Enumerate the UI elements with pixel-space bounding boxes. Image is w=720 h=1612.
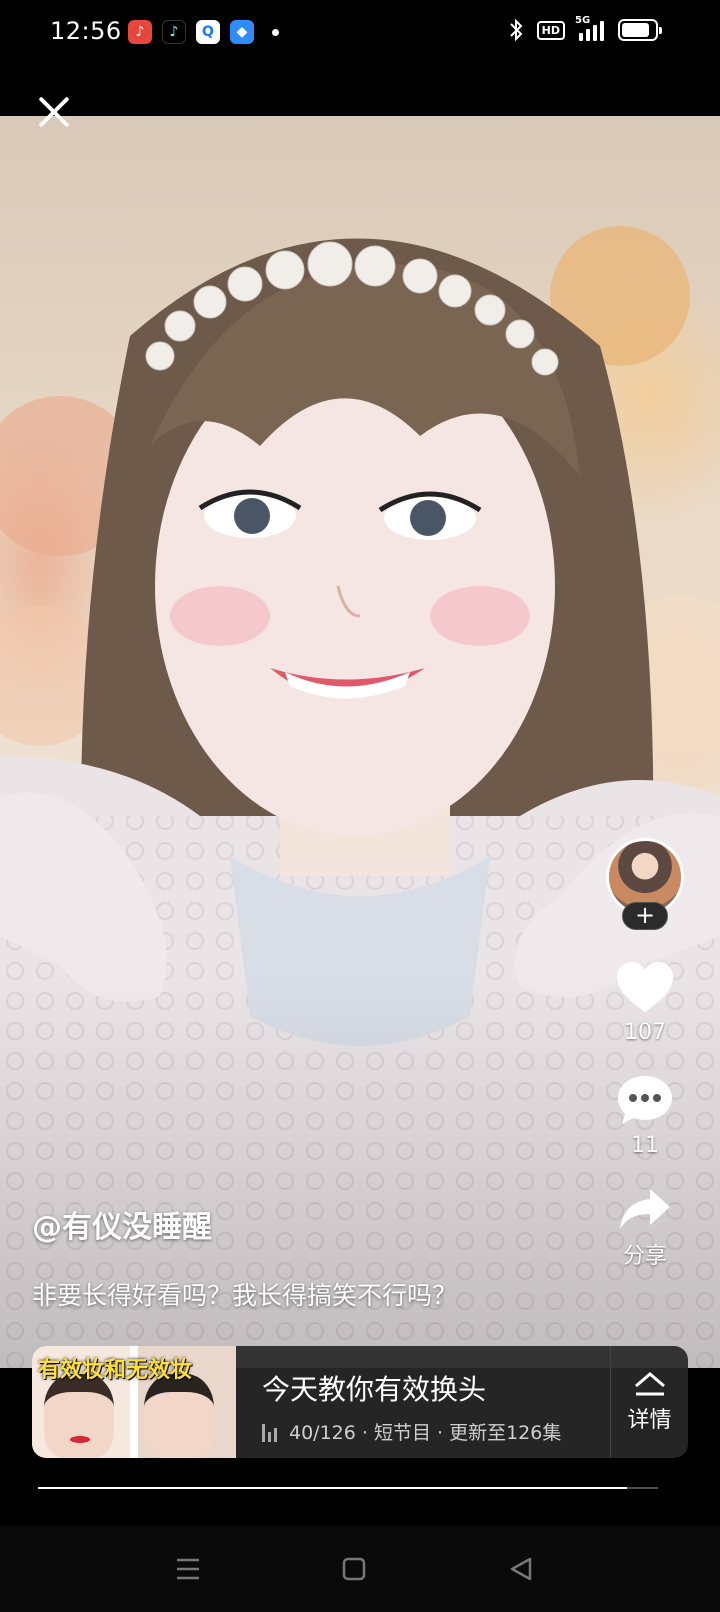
episodes-bars-icon [262, 1422, 277, 1442]
battery-icon [618, 19, 662, 41]
system-icons: HD 5G [509, 15, 662, 42]
series-info: 今天教你有效换头 40/126 · 短节目 · 更新至126集 [236, 1346, 610, 1458]
blue-app-icon: ◆ [230, 20, 254, 44]
bluetooth-icon [509, 18, 523, 42]
series-card[interactable]: 有效妆和无效妆 今天教你有效换头 40/126 · 短节目 · 更新至126集 … [32, 1346, 688, 1458]
series-detail-label: 详情 [627, 1408, 672, 1433]
music-app-icon: ♪ [128, 20, 152, 44]
video-caption: 非要长得好看吗？我长得搞笑不行吗？ [32, 1281, 458, 1310]
status-bar: 12:56 ♪ ♪ Q ◆ HD 5G [0, 0, 720, 64]
chevron-up-icon [634, 1372, 665, 1396]
more-notifications-dot [272, 28, 279, 36]
author-avatar-wrap: + [606, 838, 684, 930]
series-meta: 40/126 · 短节目 · 更新至126集 [289, 1422, 562, 1444]
home-icon[interactable] [341, 1556, 367, 1582]
playback-progress-bar[interactable] [38, 1487, 658, 1489]
share-action[interactable]: 分享 [618, 1186, 672, 1270]
series-meta-row: 40/126 · 短节目 · 更新至126集 [262, 1418, 610, 1445]
status-clock: 12:56 [50, 17, 122, 45]
thumb-lips [70, 1436, 90, 1443]
like-count: 107 [624, 1020, 666, 1045]
search-app-icon: Q [196, 20, 220, 44]
back-icon[interactable] [508, 1556, 534, 1582]
system-nav-bar [0, 1526, 720, 1612]
like-action[interactable]: 107 [615, 960, 675, 1045]
thumbnail-title: 有效妆和无效妆 [38, 1358, 193, 1383]
thumb-face-left [44, 1374, 114, 1458]
close-button[interactable] [36, 94, 72, 130]
network-type-label: 5G [575, 15, 591, 26]
menu-icon[interactable] [175, 1556, 201, 1582]
comment-count: 11 [631, 1133, 659, 1158]
hd-badge: HD [536, 20, 565, 40]
comment-icon [618, 1076, 672, 1124]
share-label: 分享 [622, 1244, 667, 1269]
series-title: 今天教你有效换头 [262, 1373, 487, 1406]
action-rail: + 107 11 分享 [606, 838, 684, 1270]
follow-button[interactable]: + [622, 902, 668, 930]
signal-icon: 5G [575, 15, 604, 41]
comment-action[interactable]: 11 [616, 1073, 674, 1158]
tiktok-app-icon: ♪ [162, 20, 186, 44]
thumb-face-right [144, 1374, 214, 1458]
series-detail-button[interactable]: 详情 [610, 1346, 688, 1458]
playback-progress-fill [38, 1487, 627, 1489]
author-name[interactable]: @有仪没睡醒 [32, 1202, 212, 1246]
heart-icon [617, 962, 673, 1012]
notification-app-icons: ♪ ♪ Q ◆ [128, 20, 279, 44]
share-icon [620, 1189, 670, 1229]
series-thumbnail: 有效妆和无效妆 [32, 1346, 236, 1458]
